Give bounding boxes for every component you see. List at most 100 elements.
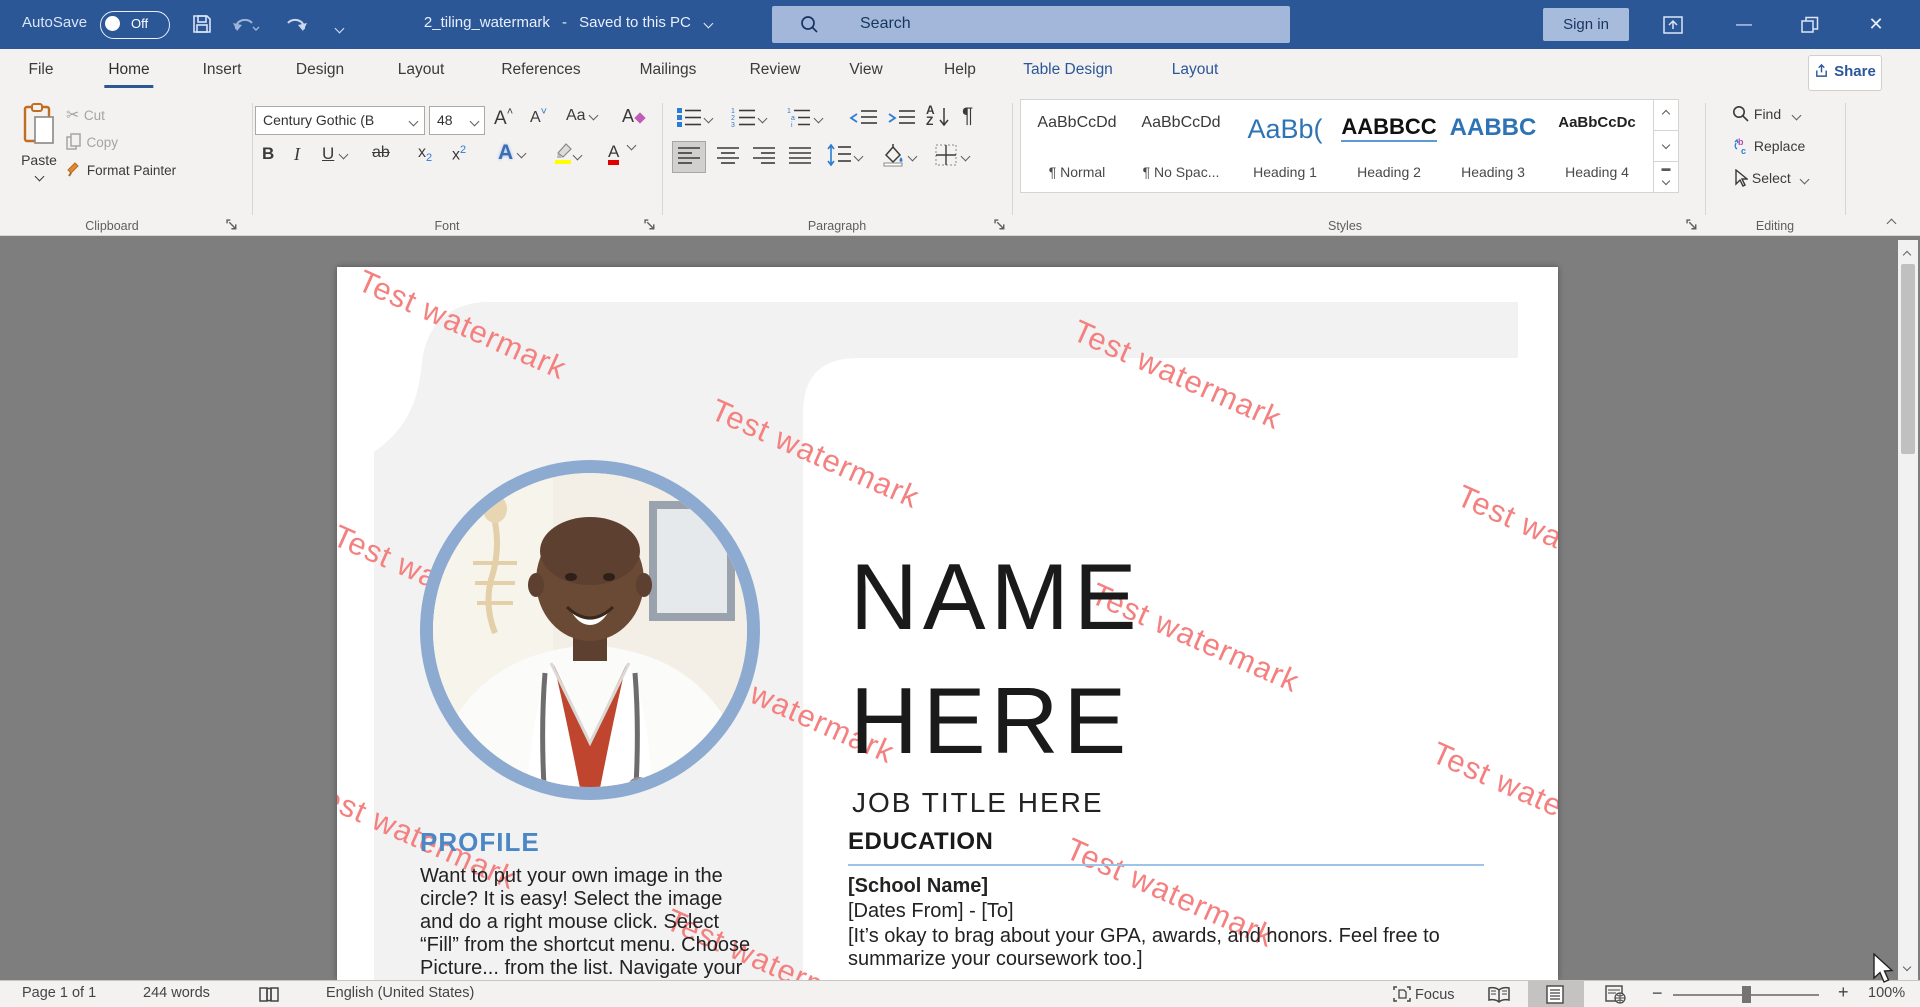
quick-access-customize-icon[interactable]: [336, 19, 343, 36]
style-heading-2[interactable]: AABBCCHeading 2: [1341, 104, 1437, 186]
tab-mailings[interactable]: Mailings: [640, 61, 697, 79]
paste-button[interactable]: Paste: [14, 103, 64, 199]
close-button[interactable]: ✕: [1854, 0, 1898, 49]
grow-font-button[interactable]: A˄: [494, 106, 513, 130]
tab-review[interactable]: Review: [750, 61, 801, 79]
shrink-font-button[interactable]: A˅: [530, 106, 547, 127]
redo-icon[interactable]: [283, 13, 309, 35]
bold-button[interactable]: B: [262, 144, 274, 164]
share-button[interactable]: Share: [1808, 55, 1882, 91]
align-left-button-selected[interactable]: [672, 141, 706, 173]
collapse-ribbon-button[interactable]: [1888, 215, 1895, 233]
superscript-button[interactable]: x2: [452, 144, 466, 164]
sort-button[interactable]: AZ: [926, 105, 935, 127]
line-spacing-button[interactable]: [826, 143, 862, 172]
ribbon-display-options-icon[interactable]: [1662, 14, 1684, 36]
italic-button[interactable]: I: [294, 144, 300, 165]
highlight-color-button[interactable]: [552, 141, 581, 170]
education-heading[interactable]: EDUCATION: [848, 828, 993, 856]
zoom-slider-handle[interactable]: [1742, 986, 1751, 1003]
word-count[interactable]: 244 words: [143, 985, 210, 1001]
clipboard-dialog-launcher[interactable]: [226, 219, 239, 232]
resume-name[interactable]: NAME HERE: [850, 535, 1142, 783]
education-dates[interactable]: [Dates From] - [To]: [848, 900, 1014, 923]
education-description[interactable]: [It’s okay to brag about your GPA, award…: [848, 925, 1440, 971]
align-center-icon[interactable]: [716, 146, 740, 166]
tab-table-design[interactable]: Table Design: [1023, 61, 1113, 79]
vertical-scrollbar[interactable]: [1898, 240, 1918, 980]
tab-help[interactable]: Help: [944, 61, 976, 79]
profile-heading[interactable]: PROFILE: [420, 827, 540, 858]
undo-icon[interactable]: [231, 13, 261, 35]
styles-scroll-up[interactable]: [1653, 99, 1679, 131]
increase-indent-icon[interactable]: [886, 108, 916, 128]
profile-photo[interactable]: [420, 460, 760, 800]
style-heading-1[interactable]: AaBb(Heading 1: [1237, 104, 1333, 186]
text-effects-button[interactable]: A: [498, 141, 525, 165]
style-no-spac[interactable]: AaBbCcDd¶ No Spac...: [1133, 104, 1229, 186]
styles-more-button[interactable]: ▬: [1653, 161, 1679, 193]
style-normal[interactable]: AaBbCcDd¶ Normal: [1029, 104, 1125, 186]
subscript-button[interactable]: x2: [418, 144, 432, 164]
scrollbar-thumb[interactable]: [1901, 264, 1915, 454]
print-layout-button-selected[interactable]: [1528, 981, 1584, 1007]
font-family-combo[interactable]: Century Gothic (B: [255, 106, 425, 135]
font-dialog-launcher[interactable]: [644, 219, 657, 232]
profile-paragraph[interactable]: Want to put your own image in thecircle?…: [420, 865, 750, 980]
replace-button[interactable]: b c Replace: [1732, 137, 1805, 155]
scroll-down-arrow[interactable]: [1904, 958, 1910, 976]
minimize-button[interactable]: —: [1722, 0, 1766, 49]
zoom-in-button[interactable]: +: [1838, 982, 1849, 1003]
paragraph-dialog-launcher[interactable]: [994, 219, 1007, 232]
web-layout-button[interactable]: [1605, 985, 1627, 1004]
find-button[interactable]: Find: [1732, 105, 1800, 123]
font-color-button[interactable]: A: [608, 142, 635, 165]
restore-button[interactable]: [1800, 15, 1820, 35]
language-status[interactable]: English (United States): [326, 985, 474, 1001]
format-painter-button[interactable]: Format Painter: [66, 161, 176, 178]
tab-design[interactable]: Design: [296, 61, 344, 79]
tab-home[interactable]: Home: [108, 61, 149, 79]
multilevel-list-button[interactable]: 1 a i: [786, 106, 822, 133]
tab-references[interactable]: References: [501, 61, 580, 79]
education-school[interactable]: [School Name]: [848, 875, 988, 898]
tab-layout[interactable]: Layout: [1172, 61, 1219, 79]
justify-icon[interactable]: [788, 146, 812, 166]
decrease-indent-icon[interactable]: [848, 108, 878, 128]
document-page[interactable]: Test watermarkTest watermarkTest waterma…: [337, 267, 1558, 980]
copy-button[interactable]: Copy: [66, 133, 118, 152]
font-size-combo[interactable]: 48: [429, 106, 485, 135]
save-icon[interactable]: [190, 12, 214, 36]
numbering-button[interactable]: 1 2 3: [730, 106, 766, 133]
strikethrough-button[interactable]: ab: [372, 144, 390, 162]
search-input[interactable]: Search: [772, 6, 1290, 43]
zoom-level[interactable]: 100%: [1868, 985, 1905, 1001]
page-count[interactable]: Page 1 of 1: [22, 985, 96, 1001]
borders-button[interactable]: [934, 143, 969, 172]
bullets-button[interactable]: [676, 106, 712, 133]
select-button[interactable]: Select: [1732, 169, 1808, 187]
tab-layout[interactable]: Layout: [398, 61, 445, 79]
sign-in-button[interactable]: Sign in: [1543, 8, 1629, 41]
clear-formatting-button[interactable]: A: [622, 106, 644, 127]
shading-button[interactable]: [880, 143, 916, 172]
document-title[interactable]: 2_tiling_watermark - Saved to this PC: [424, 14, 712, 31]
read-mode-button[interactable]: [1487, 986, 1511, 1003]
proofing-icon[interactable]: [258, 986, 280, 1003]
style-heading-3[interactable]: AABBCHeading 3: [1445, 104, 1541, 186]
underline-button[interactable]: U: [322, 144, 347, 164]
style-heading-4[interactable]: AaBbCcDcHeading 4: [1549, 104, 1645, 186]
zoom-out-button[interactable]: −: [1652, 983, 1663, 1004]
change-case-button[interactable]: Aa: [566, 107, 597, 125]
autosave-toggle[interactable]: Off: [100, 11, 170, 39]
tab-view[interactable]: View: [849, 61, 882, 79]
resume-job-title[interactable]: JOB TITLE HERE: [852, 787, 1104, 819]
tab-file[interactable]: File: [29, 61, 54, 79]
pilcrow-button[interactable]: ¶: [962, 104, 973, 128]
scroll-up-arrow[interactable]: [1904, 246, 1910, 264]
styles-scroll-down[interactable]: [1653, 130, 1679, 162]
cut-button[interactable]: ✂ Cut: [66, 105, 105, 125]
styles-dialog-launcher[interactable]: [1686, 219, 1699, 232]
focus-button[interactable]: Focus: [1393, 986, 1455, 1003]
tab-insert[interactable]: Insert: [203, 61, 242, 79]
